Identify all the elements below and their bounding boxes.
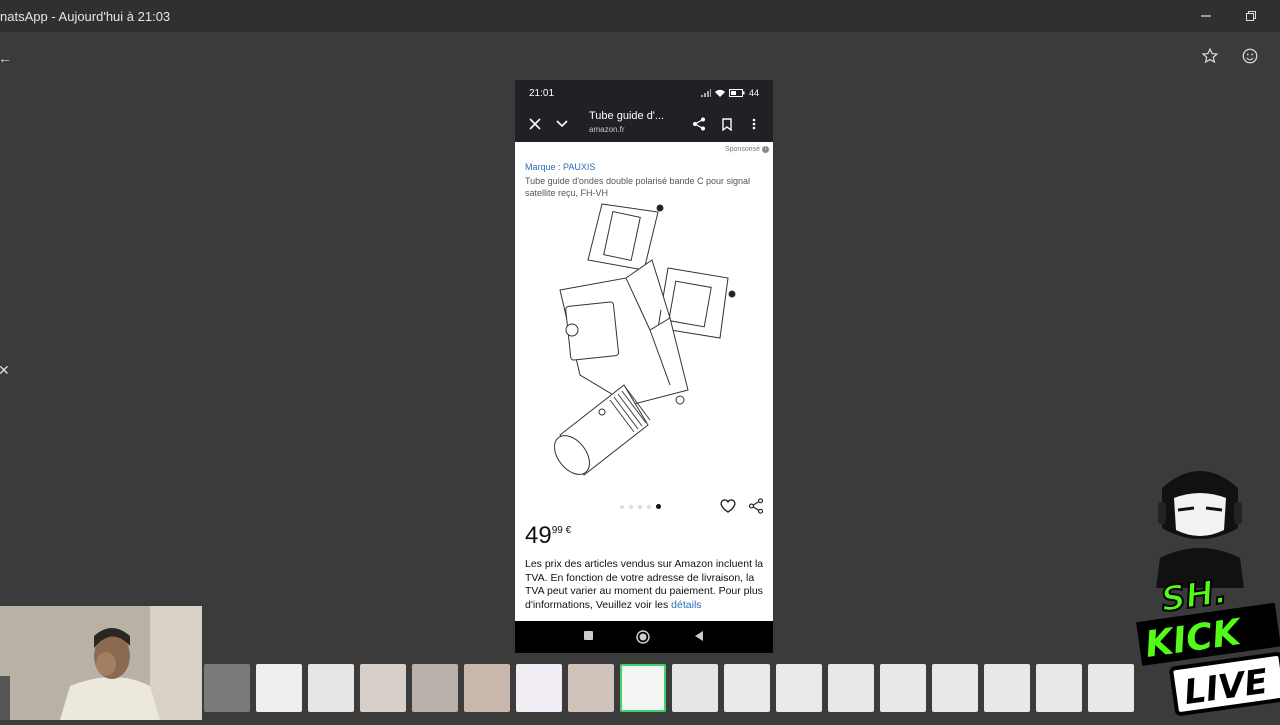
carousel-dot[interactable] — [647, 504, 651, 509]
share-icon — [693, 117, 705, 131]
carousel-dot-active[interactable] — [656, 504, 661, 509]
back-arrow-icon[interactable]: ← — [0, 50, 12, 66]
product-price: 4999 € — [525, 522, 571, 550]
price-cents: 99 € — [551, 525, 572, 536]
tax-text: Les prix des articles vendus sur Amazon … — [525, 558, 764, 611]
wifi-icon — [714, 89, 725, 97]
android-nav-bar — [515, 621, 773, 653]
bookmark-icon — [722, 117, 732, 131]
page-title-block: Tube guide d'... amazon.fr — [589, 110, 664, 134]
product-title[interactable]: Tube guide d'ondes double polarisé bande… — [525, 175, 761, 199]
emoji-icon — [1242, 48, 1258, 64]
home-icon[interactable] — [636, 630, 650, 644]
more-button[interactable] — [744, 114, 764, 134]
star-icon — [1201, 47, 1219, 64]
status-icons: 44 — [700, 88, 759, 98]
tax-notice: Les prix des articles vendus sur Amazon … — [525, 558, 767, 612]
product-image[interactable] — [540, 200, 750, 485]
media-thumbnail[interactable] — [464, 664, 510, 712]
media-thumbnail[interactable] — [412, 664, 458, 712]
close-icon[interactable]: ✕ — [0, 362, 10, 379]
close-tab-button[interactable] — [525, 114, 545, 134]
kick-live-overlay: SH. KICK LIVE — [1120, 458, 1280, 720]
share-button[interactable] — [689, 114, 709, 134]
expand-button[interactable] — [552, 114, 572, 134]
page-domain: amazon.fr — [589, 125, 625, 134]
webcam-overlay — [0, 606, 202, 720]
media-thumbnail[interactable] — [880, 664, 926, 712]
sponsored-text: Sponsorisé — [724, 146, 760, 153]
battery-icon — [728, 89, 745, 97]
recents-icon[interactable] — [583, 630, 594, 641]
signal-icon — [700, 89, 711, 97]
battery-level: 44 — [748, 88, 759, 98]
media-thumbnail[interactable] — [256, 664, 302, 712]
media-thumbnail[interactable] — [204, 664, 250, 712]
carousel-dot[interactable] — [620, 504, 624, 509]
status-bar: 21:01 44 — [515, 80, 773, 106]
carousel-dot[interactable] — [638, 504, 642, 509]
image-carousel-indicator[interactable] — [620, 504, 661, 509]
status-time: 21:01 — [529, 88, 555, 99]
more-vert-icon — [752, 118, 756, 130]
carousel-dot[interactable] — [629, 504, 633, 509]
kick-live-logo: SH. KICK LIVE — [1136, 471, 1280, 716]
page-title: Tube guide d'... — [589, 110, 665, 122]
minimize-icon — [1201, 15, 1211, 17]
media-thumbnail-strip — [204, 664, 1204, 712]
product-share-icon[interactable] — [747, 497, 765, 515]
media-thumbnail-selected[interactable] — [620, 664, 666, 712]
brand-link[interactable]: Marque : PAUXIS — [525, 162, 595, 172]
star-button[interactable] — [1197, 43, 1223, 69]
wishlist-heart-icon[interactable] — [719, 497, 737, 515]
media-thumbnail[interactable] — [776, 664, 822, 712]
chevron-down-icon — [556, 120, 568, 128]
media-thumbnail[interactable] — [724, 664, 770, 712]
back-icon[interactable] — [694, 630, 704, 642]
media-thumbnail[interactable] — [984, 664, 1030, 712]
media-thumbnail[interactable] — [308, 664, 354, 712]
sponsored-label[interactable]: Sponsorisé i — [725, 146, 769, 153]
media-thumbnail[interactable] — [516, 664, 562, 712]
webcam-person-image — [0, 606, 202, 720]
media-thumbnail[interactable] — [1036, 664, 1082, 712]
price-whole: 49 — [525, 522, 552, 549]
media-thumbnail[interactable] — [672, 664, 718, 712]
bookmark-button[interactable] — [717, 114, 737, 134]
browser-appbar: Tube guide d'... amazon.fr — [515, 106, 773, 142]
minimize-button[interactable] — [1192, 4, 1220, 28]
details-link[interactable]: détails — [671, 599, 701, 611]
window-title: natsApp - Aujourd'hui à 21:03 — [0, 9, 171, 24]
close-icon — [529, 118, 541, 130]
window-titlebar: natsApp - Aujourd'hui à 21:03 — [0, 0, 1280, 32]
media-thumbnail[interactable] — [360, 664, 406, 712]
media-thumbnail[interactable] — [828, 664, 874, 712]
page-content: Sponsorisé i Marque : PAUXIS Tube guide … — [515, 142, 773, 622]
media-thumbnail[interactable] — [932, 664, 978, 712]
media-thumbnail[interactable] — [568, 664, 614, 712]
phone-screenshot[interactable]: 21:01 44 Tube guide d'... amazon.fr Spon… — [515, 80, 773, 653]
restore-icon — [1246, 11, 1256, 21]
restore-button[interactable] — [1237, 4, 1265, 28]
emoji-button[interactable] — [1237, 43, 1263, 69]
info-icon: i — [762, 146, 769, 153]
